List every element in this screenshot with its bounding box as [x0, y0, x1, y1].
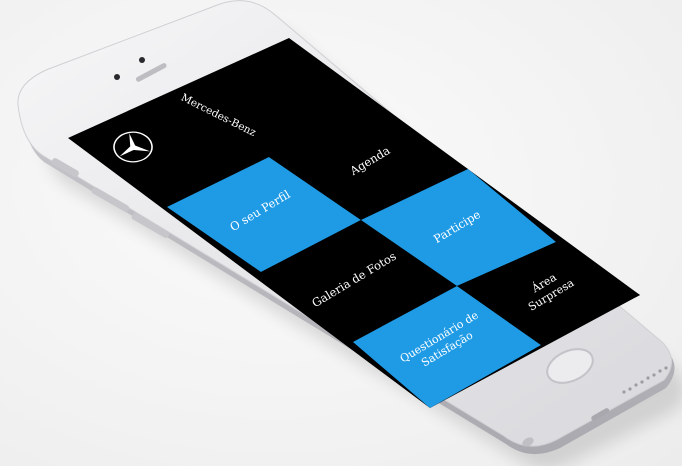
front-camera — [139, 57, 145, 63]
proximity-sensor — [114, 74, 120, 80]
product-mockup-scene: Mercedes-Benz O seu Perfil Agenda Galeri… — [0, 0, 682, 466]
iphone-mockup: Mercedes-Benz O seu Perfil Agenda Galeri… — [17, 0, 682, 466]
